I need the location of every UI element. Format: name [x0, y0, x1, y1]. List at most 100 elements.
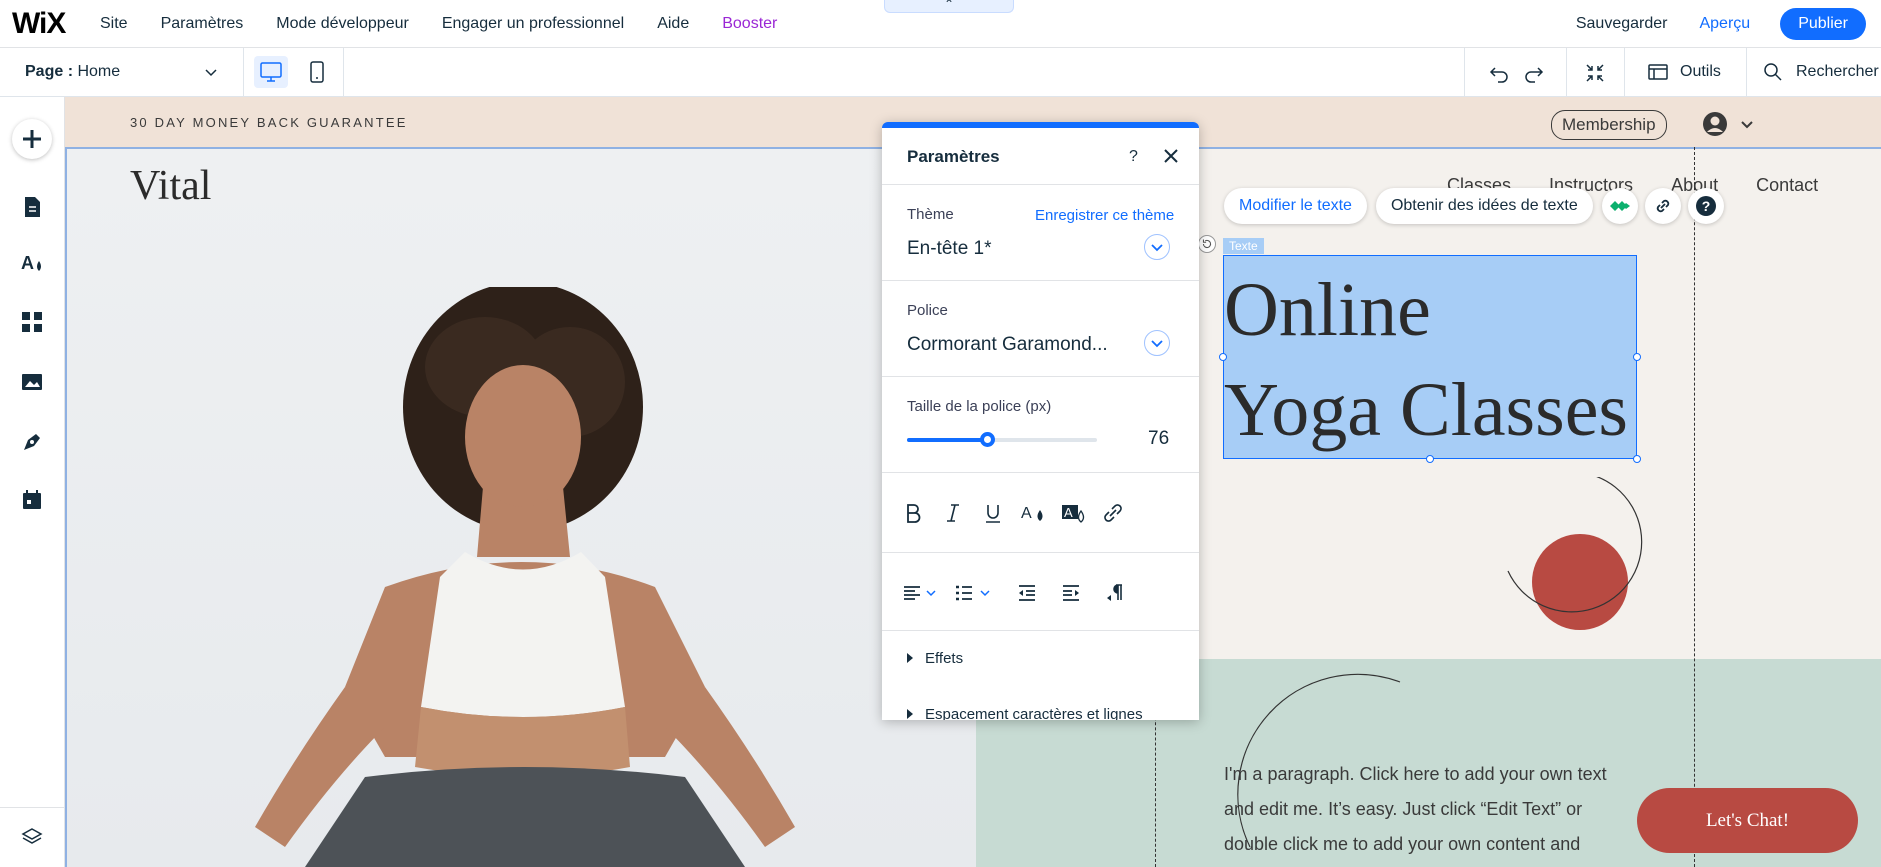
svg-text:?: ? [1701, 198, 1710, 214]
collapse-toolbar-tab[interactable]: ⌃ [884, 0, 1014, 13]
text-color-icon[interactable]: A [1020, 500, 1046, 526]
redo-icon[interactable] [1522, 61, 1546, 85]
publish-button[interactable]: Publier [1780, 8, 1866, 40]
chevron-down-icon [1151, 244, 1163, 252]
increase-indent-icon[interactable] [1058, 580, 1084, 606]
link-icon[interactable] [1100, 500, 1126, 526]
resize-handle[interactable] [1633, 455, 1641, 463]
help-button[interactable]: ? [1687, 188, 1724, 224]
desktop-view-button[interactable] [254, 56, 288, 88]
theme-dropdown-value[interactable]: En-tête 1* [907, 238, 992, 260]
menu-dev-mode[interactable]: Mode développeur [276, 15, 409, 33]
font-size-slider-fill [907, 438, 987, 442]
align-left-dropdown-icon[interactable] [902, 580, 940, 606]
pages-icon[interactable] [19, 194, 45, 220]
menu-booster[interactable]: Booster [722, 15, 777, 33]
layers-icon[interactable] [19, 824, 45, 850]
nav-contact[interactable]: Contact [1756, 175, 1818, 196]
left-toolbar: A [0, 97, 65, 867]
italic-icon[interactable] [940, 500, 966, 526]
divider [0, 807, 64, 808]
list-dropdown-icon[interactable] [954, 580, 994, 606]
divider [1624, 48, 1625, 96]
spacing-label: Espacement caractères et lignes [925, 706, 1143, 720]
site-logo[interactable]: Vital [130, 162, 211, 210]
hero-title-selected[interactable]: Online Yoga Classes [1223, 255, 1637, 459]
preview-button[interactable]: Aperçu [1699, 15, 1750, 33]
underline-icon[interactable] [980, 500, 1006, 526]
add-elements-button[interactable] [12, 119, 52, 159]
save-theme-link[interactable]: Enregistrer ce thème [1035, 207, 1174, 224]
text-element-tag: Texte [1223, 238, 1264, 254]
zoom-out-icon[interactable] [1583, 61, 1607, 85]
divider [1464, 48, 1465, 96]
guide-line [1155, 697, 1156, 867]
theme-dropdown-button[interactable] [1144, 234, 1170, 260]
tools-button[interactable]: Outils [1646, 48, 1721, 96]
effects-expander[interactable]: Effets [907, 650, 963, 667]
page-selector[interactable]: Page : Home [25, 48, 225, 96]
element-toolbar: Modifier le texte Obtenir des idées de t… [1224, 188, 1731, 224]
save-button[interactable]: Sauvegarder [1576, 15, 1668, 33]
menu-hire-pro[interactable]: Engager un professionnel [442, 15, 624, 33]
undo-icon[interactable] [1487, 61, 1511, 85]
animation-icon [1609, 201, 1630, 211]
font-dropdown-value[interactable]: Cormorant Garamond... [907, 334, 1108, 356]
edit-text-button[interactable]: Modifier le texte [1224, 188, 1367, 224]
banner-text[interactable]: 30 DAY MONEY BACK GUARANTEE [130, 115, 408, 130]
link-button[interactable] [1644, 188, 1681, 224]
spacing-expander[interactable]: Espacement caractères et lignes [907, 706, 1143, 720]
chat-button[interactable]: Let's Chat! [1637, 788, 1858, 853]
paragraph-text[interactable]: I'm a paragraph. Click here to add your … [1224, 757, 1624, 862]
resize-handle[interactable] [1219, 353, 1227, 361]
font-size-value[interactable]: 76 [1148, 428, 1169, 450]
animation-button[interactable] [1601, 188, 1638, 224]
resize-handle[interactable] [1633, 353, 1641, 361]
svg-text:A: A [21, 253, 34, 273]
bold-icon[interactable] [900, 500, 926, 526]
text-ideas-button[interactable]: Obtenir des idées de texte [1375, 188, 1593, 224]
mobile-view-button[interactable] [303, 56, 331, 88]
divider [882, 472, 1199, 473]
calendar-icon[interactable] [19, 487, 45, 513]
font-size-label: Taille de la police (px) [907, 398, 1052, 415]
media-icon[interactable] [19, 369, 45, 395]
panel-help-button[interactable]: ? [1129, 148, 1138, 166]
mobile-icon [310, 61, 324, 83]
font-dropdown-button[interactable] [1144, 330, 1170, 356]
svg-text:A: A [1064, 505, 1073, 520]
resize-handle[interactable] [1426, 455, 1434, 463]
close-icon[interactable] [1162, 147, 1180, 165]
font-size-slider-knob[interactable] [979, 432, 995, 447]
design-icon[interactable]: A [19, 249, 45, 275]
top-actions: Sauvegarder Aperçu Publier [1576, 8, 1866, 40]
decrease-indent-icon[interactable] [1014, 580, 1040, 606]
panel-title: Paramètres [907, 147, 1000, 166]
divider [1566, 48, 1567, 96]
tools-label: Outils [1680, 63, 1721, 80]
yoga-woman-image[interactable] [185, 287, 905, 867]
link-icon [1656, 199, 1669, 213]
membership-button[interactable]: Membership [1551, 110, 1667, 140]
menu-settings[interactable]: Paramètres [161, 15, 244, 33]
editor-toolbar: Page : Home Outils Rechercher [0, 48, 1881, 97]
user-avatar-icon[interactable] [1702, 111, 1728, 137]
divider [882, 630, 1199, 631]
menu-help[interactable]: Aide [657, 15, 689, 33]
text-direction-icon[interactable] [1102, 580, 1128, 606]
desktop-icon [260, 62, 282, 82]
highlight-color-icon[interactable]: A [1060, 500, 1086, 526]
chevron-down-icon[interactable] [1739, 116, 1755, 132]
blog-pen-icon[interactable] [19, 429, 45, 455]
rotate-icon[interactable] [1198, 235, 1216, 253]
divider [882, 184, 1199, 185]
apps-icon[interactable] [19, 309, 45, 335]
chevron-down-icon [1151, 340, 1163, 348]
hero-title-text[interactable]: Online Yoga Classes [1224, 260, 1628, 460]
font-label: Police [907, 302, 948, 319]
caret-right-icon [907, 653, 913, 663]
search-button[interactable]: Rechercher [1762, 48, 1879, 96]
divider [882, 280, 1199, 281]
menu-site[interactable]: Site [100, 15, 128, 33]
chevron-down-icon[interactable] [204, 65, 218, 79]
